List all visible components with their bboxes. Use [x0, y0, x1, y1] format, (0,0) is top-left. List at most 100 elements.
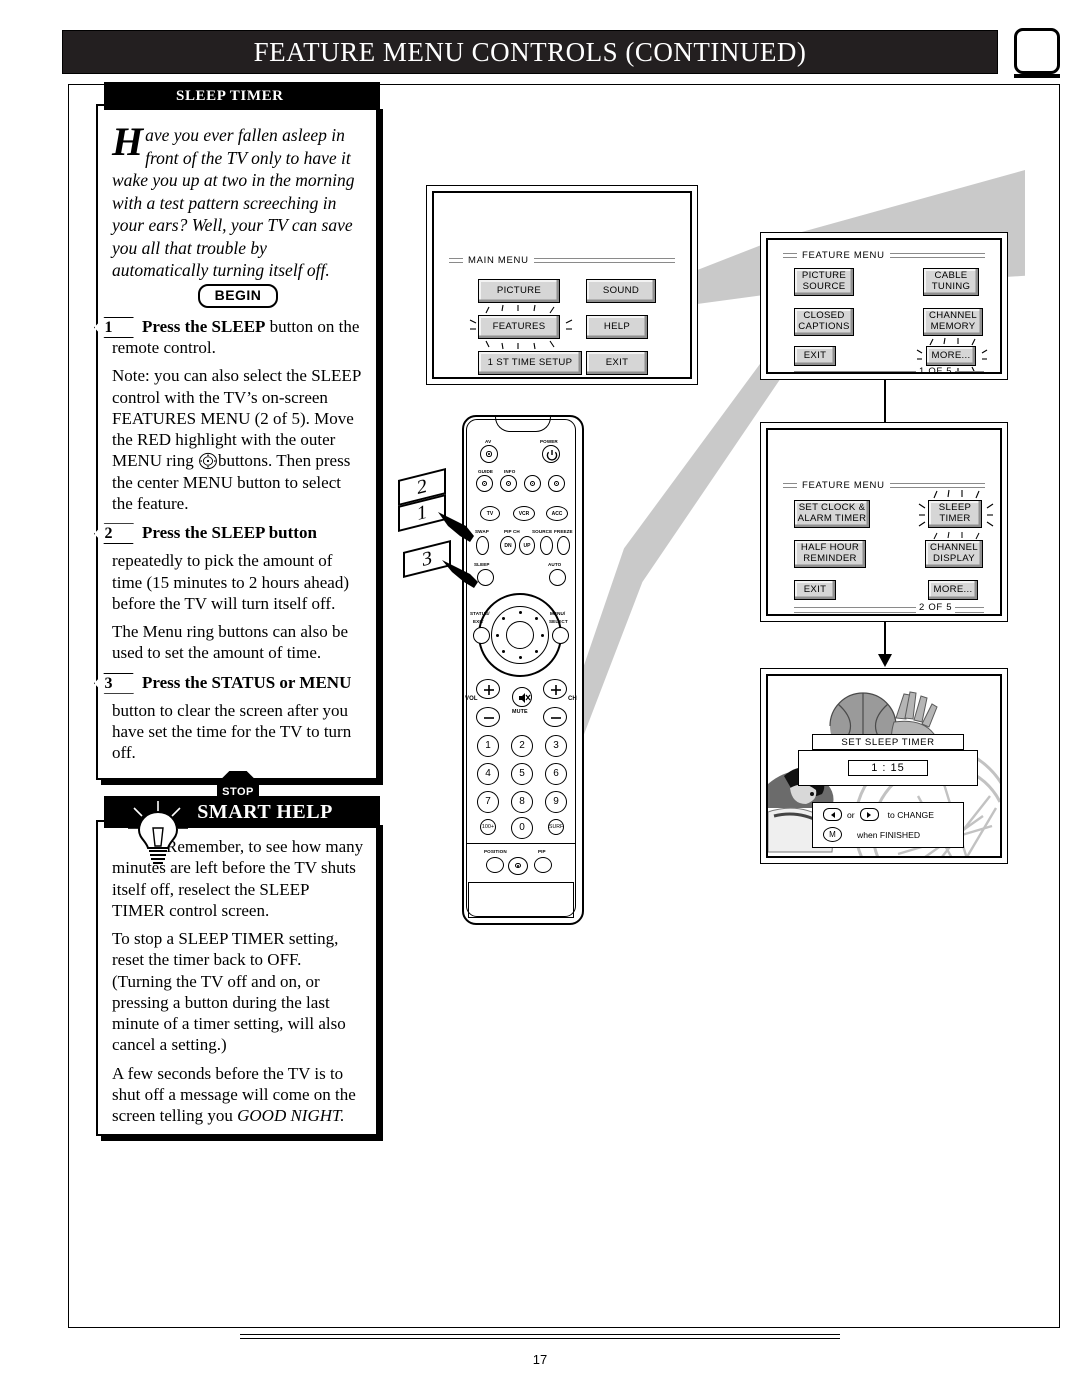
main-menu-label-picture: PICTURE [496, 284, 542, 296]
hint-row-change: or to CHANGE [823, 808, 963, 821]
remote-button-status-exit[interactable] [473, 627, 490, 644]
menu-ring-icon [198, 453, 218, 470]
remote-key-7[interactable]: 7 [477, 791, 499, 813]
feature-menu-1-label-more: MORE... [931, 349, 971, 361]
remote-button-info[interactable] [500, 475, 517, 492]
good-night-emphasis: GOOD NIGHT. [237, 1106, 345, 1125]
feature-menu-2-label-sleep-timer-2: TIMER [939, 513, 971, 524]
left-arrow-icon [823, 808, 842, 821]
feature-menu-1-button-cable-tuning[interactable]: CABLE TUNING [923, 268, 979, 296]
remote-key-surf[interactable]: SURF [548, 819, 564, 835]
set-sleep-timer-hint-box: or to CHANGE M when FINISHED [812, 802, 964, 848]
step-3-marker: 3 [94, 672, 134, 694]
lightbulb-icon [120, 798, 198, 866]
remote-button-aux1[interactable] [524, 475, 541, 492]
remote-button-vol-up[interactable] [476, 679, 500, 699]
remote-button-pip-dn[interactable]: DN [500, 536, 516, 555]
remote-button-ch-down[interactable] [543, 707, 567, 727]
feature-menu-2-button-exit[interactable]: EXIT [794, 580, 836, 600]
remote-label-vcr: VCR [518, 510, 530, 517]
remote-key-9[interactable]: 9 [545, 791, 567, 813]
remote-key-0[interactable]: 0 [511, 817, 533, 839]
smart-help-paragraph-2: To stop a SLEEP TIMER setting, reset the… [112, 929, 346, 1055]
main-menu-button-sound[interactable]: SOUND [586, 279, 656, 303]
step-3-number: 3 [104, 674, 113, 692]
main-menu-label-features: FEATURES [492, 320, 546, 332]
remote-button-power[interactable] [542, 445, 560, 463]
feature-menu-2-title: FEATURE MENU [802, 480, 885, 491]
main-menu-button-picture[interactable]: PICTURE [478, 279, 560, 303]
intro-paragraph: Have you ever fallen asleep in front of … [112, 122, 364, 282]
remote-button-aux2[interactable] [548, 475, 565, 492]
smart-help-section: Remember, to see how many minutes are le… [96, 820, 378, 1136]
main-menu-button-first-time-setup[interactable]: 1 ST TIME SETUP [478, 351, 582, 375]
remote-label-position: POSITION [484, 849, 507, 854]
begin-badge: BEGIN [198, 283, 278, 308]
feature-menu-2-label-channel-display-2: DISPLAY [933, 553, 975, 564]
remote-key-4[interactable]: 4 [477, 763, 499, 785]
remote-button-pip-center[interactable] [508, 857, 528, 875]
remote-label-info: INFO [504, 469, 516, 474]
page-title-text: FEATURE MENU CONTROLS (CONTINUED) [253, 36, 807, 67]
remote-label-menu: MENU/ [550, 611, 566, 616]
feature-menu-1-button-picture-source[interactable]: PICTURE SOURCE [794, 268, 854, 296]
step-3: 3 Press the STATUS or MENU button to cle… [94, 672, 364, 764]
remote-button-pip[interactable] [534, 857, 552, 873]
footer-rule [240, 1334, 840, 1339]
feature-menu-2-button-more[interactable]: MORE... [928, 580, 978, 600]
remote-button-position[interactable] [486, 857, 504, 873]
remote-button-menu-select[interactable] [552, 627, 569, 644]
step-3-bold: Press the STATUS or MENU [142, 672, 352, 692]
remote-key-1[interactable]: 1 [477, 735, 499, 757]
remote-label-pip-ch: PIP CH [504, 529, 520, 534]
main-menu-button-help[interactable]: HELP [586, 315, 648, 339]
remote-button-pip-up[interactable]: UP [519, 536, 535, 555]
feature-menu-1-button-more[interactable]: MORE... [926, 346, 976, 366]
remote-key-8[interactable]: 8 [511, 791, 533, 813]
main-menu-button-exit[interactable]: EXIT [586, 351, 648, 375]
remote-button-ch-up[interactable] [543, 679, 567, 699]
remote-button-mute[interactable] [512, 687, 532, 707]
set-sleep-timer-title: SET SLEEP TIMER [841, 736, 935, 748]
remote-key-2[interactable]: 2 [511, 735, 533, 757]
main-menu-title: MAIN MENU [468, 255, 529, 266]
screen-main-menu: MAIN MENU PICTURE SOUND FEATURES HELP 1 … [426, 185, 698, 385]
feature-menu-1-button-exit[interactable]: EXIT [794, 346, 836, 366]
remote-button-freeze[interactable] [557, 536, 570, 555]
remote-label-vol: VOL [465, 696, 478, 702]
feature-menu-2-button-half-hour-reminder[interactable]: HALF HOUR REMINDER [794, 540, 866, 568]
feature-menu-1-label-exit: EXIT [803, 349, 827, 361]
main-menu-label-sound: SOUND [602, 284, 640, 296]
main-menu-button-features[interactable]: FEATURES [478, 315, 560, 339]
feature-menu-2-button-sleep-timer[interactable]: SLEEP TIMER [928, 500, 982, 528]
feature-menu-2-button-set-clock-alarm[interactable]: SET CLOCK & ALARM TIMER [794, 500, 870, 528]
remote-button-vcr[interactable]: VCR [513, 506, 535, 521]
feature-menu-2-button-channel-display[interactable]: CHANNEL DISPLAY [925, 540, 983, 568]
main-menu-label-help: HELP [603, 320, 631, 332]
remote-button-av[interactable] [480, 445, 498, 463]
feature-menu-2-label-half-hour-2: REMINDER [803, 553, 857, 564]
remote-key-3[interactable]: 3 [545, 735, 567, 757]
step-1: 1 Press the SLEEP button on the remote c… [94, 316, 364, 514]
feature-menu-2-label-more: MORE... [933, 583, 973, 595]
remote-label-av: AV [485, 439, 492, 444]
remote-label-exit: EXIT [473, 619, 484, 624]
feature-menu-2-page-indicator: 2 OF 5 [916, 602, 956, 613]
remote-label-power: POWER [540, 439, 558, 444]
remote-button-acc[interactable]: ACC [546, 506, 568, 521]
step-1-bold: Press the SLEEP [142, 316, 266, 336]
set-sleep-timer-value[interactable]: 1 : 15 [848, 760, 928, 776]
intro-text: ave you ever fallen asleep in front of t… [112, 125, 355, 281]
feature-menu-1-button-closed-captions[interactable]: CLOSED CAPTIONS [794, 308, 854, 336]
screen-set-sleep-timer: SET SLEEP TIMER 1 : 15 or to CHANGE M wh… [760, 668, 1008, 864]
step-2-bold: Press the SLEEP button [142, 523, 317, 543]
remote-key-5[interactable]: 5 [511, 763, 533, 785]
remote-button-auto[interactable] [549, 569, 566, 586]
feature-menu-1-button-channel-memory[interactable]: CHANNEL MEMORY [923, 308, 983, 336]
remote-button-source[interactable] [540, 536, 553, 555]
remote-menu-ring-center-button[interactable] [506, 621, 534, 649]
sleep-timer-tab: SLEEP TIMER [104, 82, 380, 110]
remote-key-6[interactable]: 6 [545, 763, 567, 785]
remote-key-100plus[interactable]: 100+ [480, 819, 496, 835]
remote-button-vol-down[interactable] [476, 707, 500, 727]
